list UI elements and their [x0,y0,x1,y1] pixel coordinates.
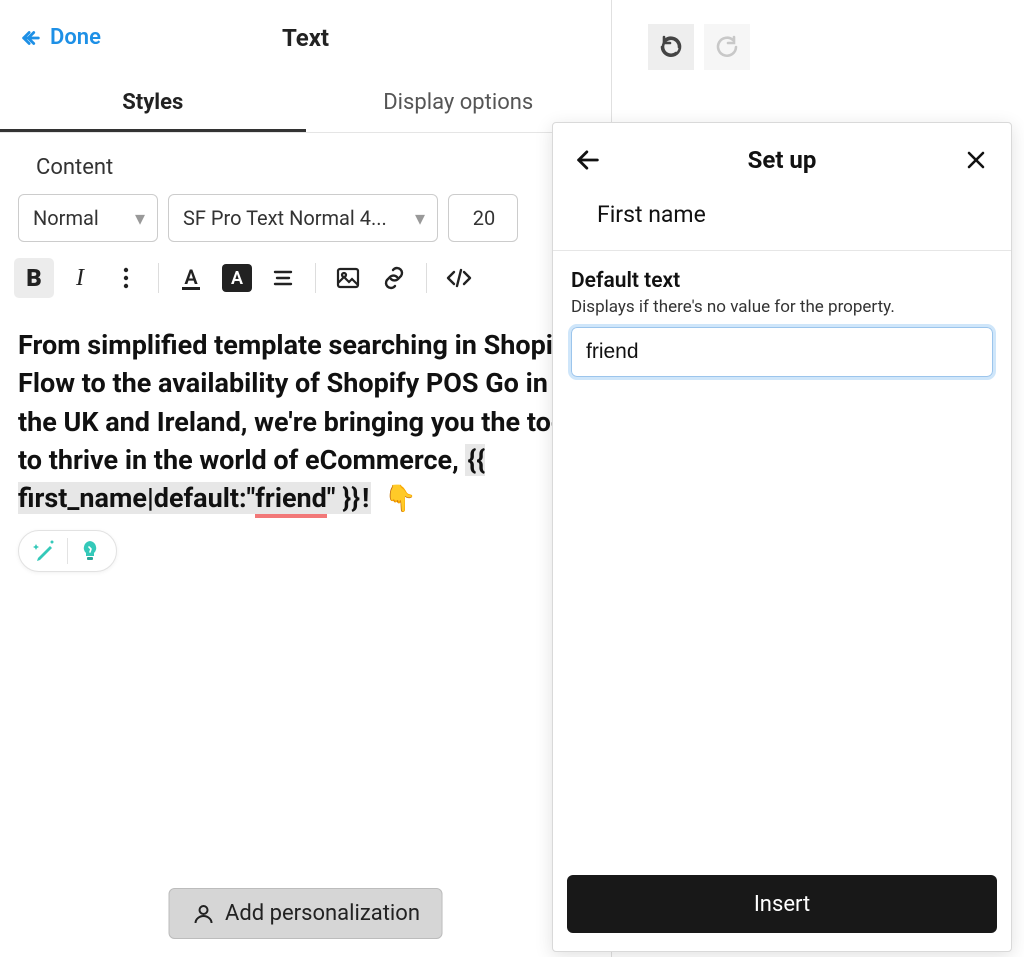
add-personalization-label: Add personalization [225,901,420,926]
undo-icon [659,35,683,59]
lightbulb-icon [77,538,103,564]
default-text-input[interactable] [571,327,993,377]
canvas-history-toolbar [612,0,1024,70]
close-icon [964,148,988,172]
editor-body-text: From simplified template searching in Sh… [18,329,587,476]
done-button[interactable]: Done [20,25,101,50]
italic-button[interactable]: I [60,258,100,298]
close-button[interactable] [959,143,993,177]
undo-button[interactable] [648,24,694,70]
align-icon [271,266,295,290]
kebab-icon [123,266,129,290]
ai-ideas-button[interactable] [74,535,106,567]
toolbar-separator [426,263,427,293]
popover-title: Set up [748,146,817,174]
editor-area[interactable]: From simplified template searching in Sh… [0,308,611,572]
ai-assist-toolbar [18,530,117,572]
chevron-down-icon: ▾ [415,206,425,230]
svg-text:A: A [184,265,198,289]
font-size-select[interactable]: 20 [448,194,518,242]
font-family-value: SF Pro Text Normal 4... [183,206,387,230]
tabs: Styles Display options [0,75,611,133]
redo-button [704,24,750,70]
link-icon [381,265,407,291]
bold-button[interactable]: B [14,258,54,298]
image-button[interactable] [328,258,368,298]
popover-body: Default text Displays if there's no valu… [553,251,1011,861]
code-view-button[interactable] [439,258,479,298]
format-toolbar: Normal ▾ SF Pro Text Normal 4... ▾ 20 [0,194,611,252]
text-color-button[interactable]: A [171,258,211,298]
align-button[interactable] [263,258,303,298]
magic-pencil-icon [32,538,58,564]
chevron-down-icon: ▾ [135,206,145,230]
default-text-label: Default text [571,269,993,293]
redo-icon [715,35,739,59]
insert-button[interactable]: Insert [567,875,997,933]
pointing-down-emoji: 👇 [384,484,416,514]
font-family-select[interactable]: SF Pro Text Normal 4... ▾ [168,194,438,242]
default-text-help: Displays if there's no value for the pro… [571,297,993,317]
more-formatting-button[interactable] [106,258,146,298]
personalization-setup-popover: Set up First name Default text Displays … [552,122,1012,952]
person-icon [191,902,215,926]
separator [67,538,68,564]
arrow-left-icon [20,27,42,49]
toolbar-separator [315,263,316,293]
text-color-icon: A [178,265,204,291]
paragraph-format-select[interactable]: Normal ▾ [18,194,158,242]
header: Done Text [0,0,611,75]
panel-title: Text [282,24,329,52]
ai-write-button[interactable] [29,535,61,567]
tab-styles[interactable]: Styles [0,75,306,132]
arrow-left-icon [574,146,602,174]
text-style-toolbar: B I A A [0,252,611,308]
done-label: Done [50,25,101,50]
code-icon [445,266,473,290]
add-personalization-button[interactable]: Add personalization [168,888,443,939]
editor-sidebar: Done Text Styles Display options Content… [0,0,612,957]
paragraph-format-value: Normal [33,206,99,230]
content-section-label: Content [0,133,611,194]
popover-header: Set up [553,123,1011,197]
property-name: First name [553,197,1011,250]
image-icon [335,265,361,291]
popover-footer: Insert [553,861,1011,951]
toolbar-separator [158,263,159,293]
link-button[interactable] [374,258,414,298]
highlight-color-button[interactable]: A [217,258,257,298]
editor-content[interactable]: From simplified template searching in Sh… [18,326,593,518]
font-size-value: 20 [473,206,495,230]
back-button[interactable] [571,143,605,177]
